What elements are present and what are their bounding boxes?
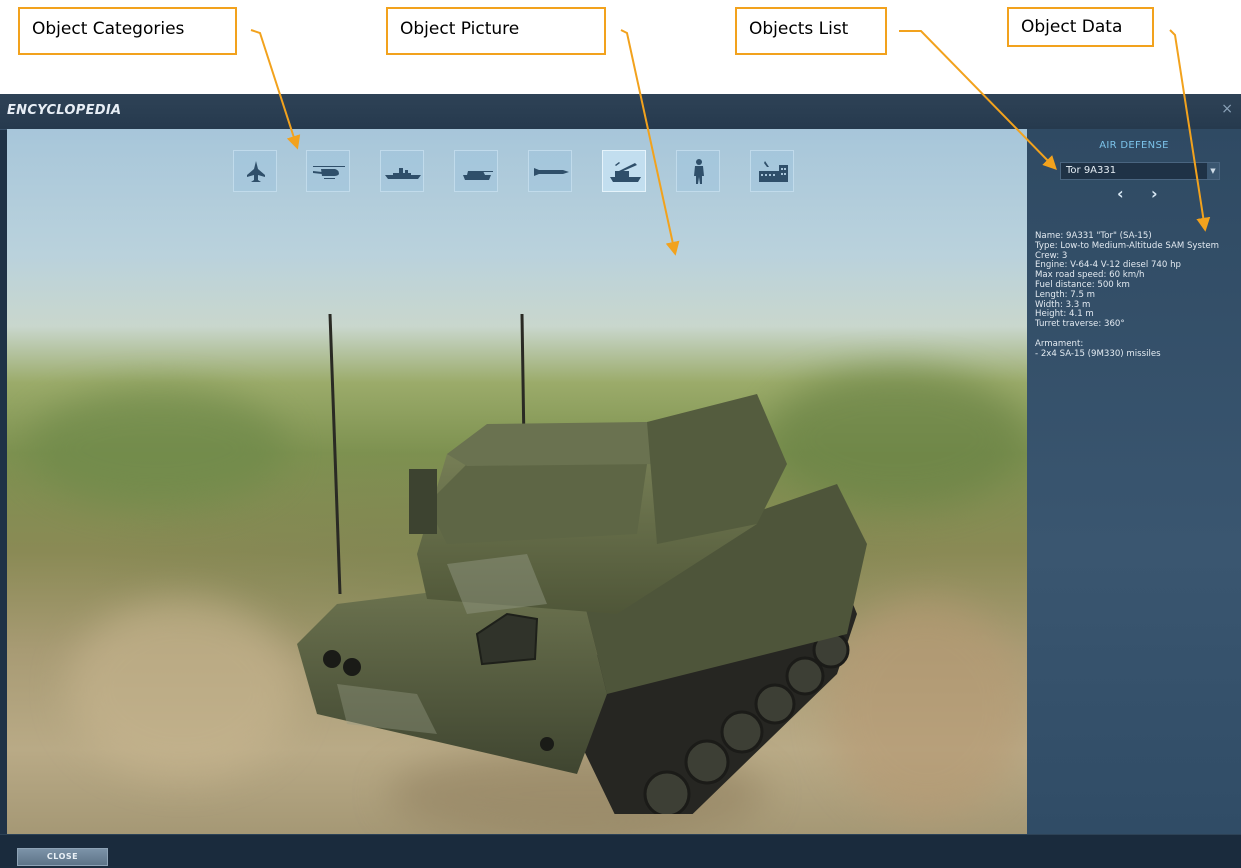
callout-object-categories: Object Categories xyxy=(18,7,237,55)
window-close-icon[interactable]: × xyxy=(1221,101,1233,117)
armament-line: - 2x4 SA-15 (9M330) missiles xyxy=(1035,348,1161,359)
chevron-down-icon: ▼ xyxy=(1207,163,1219,179)
tor-vehicle-model xyxy=(297,314,867,814)
category-personnel-button[interactable] xyxy=(676,150,720,192)
callout-object-picture: Object Picture xyxy=(386,7,606,55)
window-title: ENCYCLOPEDIA xyxy=(7,103,122,118)
category-title: AIR DEFENSE xyxy=(1099,140,1169,151)
category-ships-button[interactable] xyxy=(380,150,424,192)
category-structures-button[interactable] xyxy=(750,150,794,192)
category-weapons-button[interactable] xyxy=(528,150,572,192)
tank-icon xyxy=(463,171,493,180)
category-air-defense-button[interactable] xyxy=(602,150,646,192)
title-bar: ENCYCLOPEDIA × xyxy=(0,94,1241,130)
bottom-bar: CLOSE xyxy=(0,834,1241,868)
buildings-icon xyxy=(759,161,788,182)
object-picture-viewport[interactable] xyxy=(7,129,1027,834)
callout-objects-list: Objects List xyxy=(735,7,887,55)
helicopter-icon xyxy=(313,166,345,179)
category-helicopters-button[interactable] xyxy=(306,150,350,192)
missile-icon xyxy=(534,168,569,176)
ship-icon xyxy=(385,168,421,179)
sam-launcher-icon xyxy=(610,162,641,182)
close-button[interactable]: CLOSE xyxy=(17,848,108,866)
object-details-text: Name: 9A331 "Tor" (SA-15) Type: Low-to M… xyxy=(1035,231,1239,360)
detail-line: Turret traverse: 360° xyxy=(1035,319,1125,330)
next-object-button[interactable]: › xyxy=(1151,184,1158,203)
object-data-panel: AIR DEFENSE Tor 9A331 ▼ ‹ › Name: 9A331 … xyxy=(1027,129,1241,834)
category-aircraft-button[interactable] xyxy=(233,150,277,192)
objects-list-dropdown[interactable]: Tor 9A331 ▼ xyxy=(1060,162,1220,180)
callout-object-data: Object Data xyxy=(1007,7,1154,47)
selected-object-label: Tor 9A331 xyxy=(1066,165,1117,176)
jet-icon xyxy=(247,161,265,182)
category-tanks-button[interactable] xyxy=(454,150,498,192)
encyclopedia-window: ENCYCLOPEDIA × AIR DEFENSE Tor 9A331 ▼ ‹… xyxy=(0,94,1241,868)
soldier-icon xyxy=(694,159,704,184)
previous-object-button[interactable]: ‹ xyxy=(1117,184,1124,203)
